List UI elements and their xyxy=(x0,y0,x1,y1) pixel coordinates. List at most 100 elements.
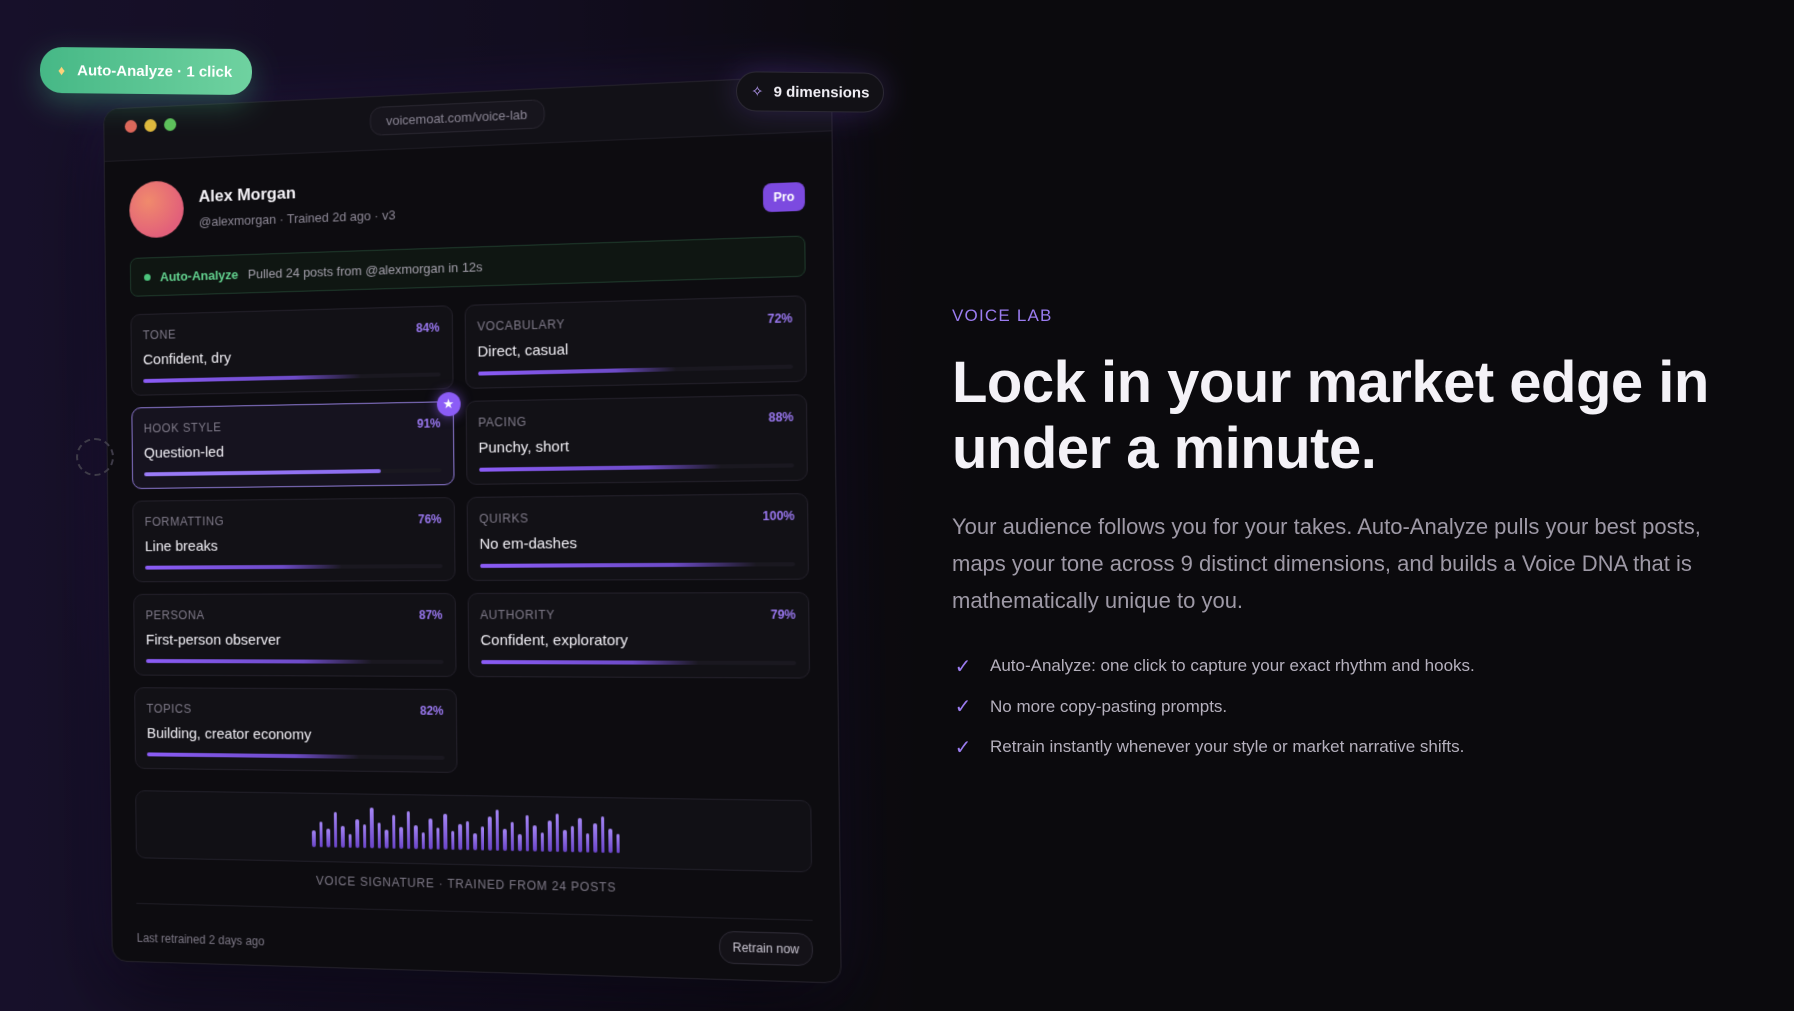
waveform-bar xyxy=(465,821,470,851)
dimension-progress-fill xyxy=(478,464,722,472)
retrain-button[interactable]: Retrain now xyxy=(718,930,814,967)
plan-badge: Pro xyxy=(762,181,806,213)
hero-headline: Lock in your market edge in under a minu… xyxy=(952,350,1752,482)
minimize-dot[interactable] xyxy=(144,118,157,133)
waveform-bar xyxy=(502,828,507,851)
section-eyebrow: VOICE LAB xyxy=(952,306,1053,325)
dimension-percent: 91% xyxy=(416,416,441,431)
waveform-bar xyxy=(525,815,529,852)
dimension-progress-fill xyxy=(479,562,757,568)
waveform-bar xyxy=(391,814,396,849)
feature-text: No more copy-pasting prompts. xyxy=(990,696,1228,716)
feature-text: Retrain instantly whenever your style or… xyxy=(990,737,1465,757)
dimension-progress-track xyxy=(479,562,796,568)
waveform-bar xyxy=(585,833,590,853)
waveform-bar xyxy=(435,827,440,850)
check-icon: ✓ xyxy=(954,736,972,759)
waveform-bar xyxy=(547,820,552,852)
headline-line-1: Lock in your market edge in xyxy=(952,350,1709,415)
waveform-bar xyxy=(443,813,448,850)
waveform-bar xyxy=(333,811,338,848)
dimension-card[interactable]: VOCABULARY 72% Direct, casual xyxy=(464,295,807,389)
profile-name: Alex Morgan xyxy=(198,183,296,206)
waveform-bar xyxy=(480,826,485,851)
waveform-bar xyxy=(319,821,323,848)
profile-subtitle: @alexmorgan · Trained 2d ago · v3 xyxy=(198,207,396,230)
url-bar[interactable]: voicemoat.com/voice-lab xyxy=(369,99,545,136)
voice-lab-window: voicemoat.com/voice-lab Alex Morgan @ale… xyxy=(103,74,842,984)
waveform-bar xyxy=(570,825,575,853)
waveform-bar xyxy=(577,817,582,853)
dimension-progress-track xyxy=(478,463,795,472)
dimension-progress-track xyxy=(477,364,794,376)
waveform-bar xyxy=(355,819,359,849)
check-icon: ✓ xyxy=(954,696,972,719)
dimension-progress-track xyxy=(146,659,444,664)
window-controls xyxy=(124,117,177,133)
dimension-value: Direct, casual xyxy=(477,341,569,361)
dimension-label: VOCABULARY xyxy=(477,317,565,334)
waveform-bar xyxy=(348,833,352,848)
dimension-card[interactable]: QUIRKS 100% No em-dashes xyxy=(466,493,809,581)
card-footer: Last retrained 2 days ago Retrain now xyxy=(136,904,814,983)
dimension-percent: 72% xyxy=(767,311,793,327)
waveform-bar xyxy=(406,811,411,850)
hero-body: Your audience follows you for your takes… xyxy=(952,514,1701,613)
waveform-bar xyxy=(532,825,537,852)
dimension-value: First-person observer xyxy=(145,631,281,649)
last-retrained: Last retrained 2 days ago xyxy=(136,931,265,949)
waveform-bar xyxy=(311,830,316,848)
flame-icon: ♦ xyxy=(57,62,66,79)
dimension-progress-track xyxy=(480,660,797,666)
waveform-bar xyxy=(487,816,492,851)
dimension-card[interactable]: FORMATTING 76% Line breaks xyxy=(132,497,456,583)
dimension-value: No em-dashes xyxy=(479,535,578,553)
waveform-bar xyxy=(340,825,345,848)
dimension-card[interactable]: PERSONA 87% First-person observer xyxy=(133,593,457,677)
feature-item: ✓ No more copy-pasting prompts. xyxy=(952,687,1475,728)
dimension-label: HOOK STYLE xyxy=(143,420,222,436)
dimension-value: Punchy, short xyxy=(478,438,570,457)
dimension-label: FORMATTING xyxy=(144,514,225,529)
dimension-label: PACING xyxy=(478,414,527,430)
feature-list: ✓ Auto-Analyze: one click to capture your… xyxy=(952,646,1475,768)
waveform-bar xyxy=(540,832,544,852)
dimension-progress-fill xyxy=(146,659,373,664)
dimensions-badge-label: 9 dimensions xyxy=(773,83,870,102)
waveform-bar xyxy=(421,832,425,850)
dimension-progress-fill xyxy=(477,367,676,376)
waveform-bar xyxy=(517,834,522,852)
headline-line-2: under a minute. xyxy=(952,416,1377,481)
waveform-bar xyxy=(593,823,597,853)
maximize-dot[interactable] xyxy=(163,117,177,132)
dna-icon: ✧ xyxy=(750,83,764,101)
dimension-value: Building, creator economy xyxy=(146,725,312,744)
dimension-card[interactable]: TONE 84% Confident, dry xyxy=(130,305,454,396)
dimension-label: PERSONA xyxy=(145,608,205,623)
dimension-card[interactable]: HOOK STYLE 91% Question-led ★ xyxy=(131,392,461,490)
dimension-value: Confident, exploratory xyxy=(480,632,628,650)
dimension-card[interactable]: TOPICS 82% Building, creator economy xyxy=(134,687,458,773)
avatar xyxy=(129,180,184,239)
dimension-card[interactable]: AUTHORITY 79% Confident, exploratory xyxy=(467,591,811,679)
dimension-label: TOPICS xyxy=(146,701,192,716)
dimension-label: QUIRKS xyxy=(479,511,529,526)
waveform-bar xyxy=(600,816,605,853)
waveform-bar xyxy=(495,809,500,851)
feature-text: Auto-Analyze: one click to capture your … xyxy=(990,656,1475,676)
dimension-percent: 82% xyxy=(419,703,444,718)
dimension-label: AUTHORITY xyxy=(480,607,555,622)
waveform-bar xyxy=(562,829,567,853)
dimension-progress-track xyxy=(144,468,442,477)
dimension-value: Line breaks xyxy=(144,537,218,556)
waveform-bar xyxy=(384,829,389,849)
dimension-card[interactable]: PACING 88% Punchy, short xyxy=(465,394,808,485)
waveform-bar xyxy=(428,818,433,850)
check-icon: ✓ xyxy=(954,655,972,678)
dimension-percent: 100% xyxy=(762,508,795,524)
auto-analyze-badge-label: Auto-Analyze · 1 click xyxy=(77,61,233,81)
close-dot[interactable] xyxy=(124,119,137,133)
dimension-progress-track xyxy=(143,372,441,383)
waveform-bar xyxy=(326,828,330,848)
dimension-percent: 79% xyxy=(770,607,796,622)
